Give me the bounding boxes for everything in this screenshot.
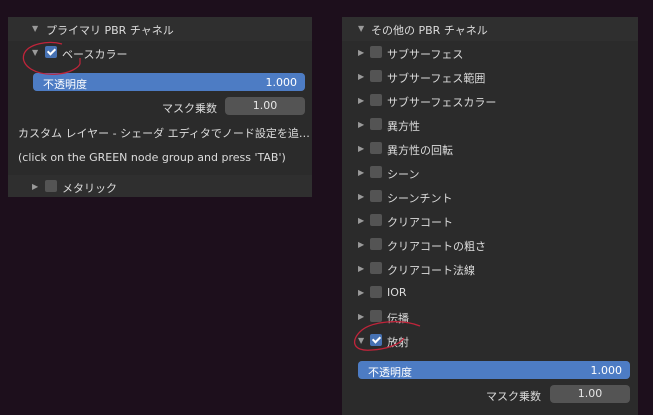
channel-checkbox[interactable] — [370, 262, 382, 274]
channel-checkbox[interactable] — [370, 214, 382, 226]
channel-label: シーンチント — [387, 192, 453, 205]
collapsed-triangle-icon[interactable]: ▶ — [358, 192, 368, 202]
channel-checkbox[interactable] — [370, 94, 382, 106]
channel-row[interactable]: ▼ 放射 — [342, 329, 638, 353]
base-color-row[interactable]: ▼ ベースカラー — [8, 41, 312, 65]
collapsed-triangle-icon[interactable]: ▶ — [358, 288, 368, 298]
channel-checkbox[interactable] — [370, 166, 382, 178]
channel-checkbox[interactable] — [370, 118, 382, 130]
channel-row[interactable]: ▶ IOR — [342, 281, 638, 305]
collapsed-triangle-icon[interactable]: ▶ — [358, 48, 368, 58]
channel-row[interactable]: ▶ シーンチント — [342, 185, 638, 209]
collapsed-triangle-icon[interactable]: ▶ — [358, 96, 368, 106]
expand-triangle-icon[interactable]: ▼ — [32, 48, 42, 58]
channel-label: 異方性の回転 — [387, 144, 453, 157]
metallic-label: メタリック — [62, 182, 117, 195]
opacity-value: 1.000 — [265, 76, 298, 89]
opacity-label: 不透明度 — [368, 366, 412, 379]
channel-row[interactable]: ▶ クリアコート — [342, 209, 638, 233]
channel-label: サブサーフェス範囲 — [387, 72, 486, 85]
expand-triangle-icon[interactable]: ▼ — [358, 336, 368, 346]
channel-checkbox[interactable] — [370, 334, 382, 346]
channel-checkbox[interactable] — [370, 142, 382, 154]
opacity-value: 1.000 — [590, 364, 623, 377]
emission-opacity-slider[interactable]: 不透明度 1.000 — [358, 361, 630, 379]
opacity-slider[interactable]: 不透明度 1.000 — [33, 73, 305, 91]
channel-row[interactable]: ▶ 異方性 — [342, 113, 638, 137]
collapsed-triangle-icon[interactable]: ▶ — [358, 144, 368, 154]
custom-layer-info: カスタム レイヤー - シェーダ エディタでノード設定を追… — [18, 127, 310, 140]
other-pbr-panel: ▼ その他の PBR チャネル ▶ サブサーフェス ▶ サブサーフェス範囲 ▶ サブサーフ… — [342, 17, 638, 415]
channel-label: サブサーフェス — [387, 48, 464, 61]
channel-checkbox[interactable] — [370, 286, 382, 298]
channel-label: IOR — [387, 286, 407, 299]
panel-title: プライマリ PBR チャネル — [46, 24, 174, 37]
channel-checkbox[interactable] — [370, 46, 382, 58]
collapsed-triangle-icon[interactable]: ▶ — [358, 72, 368, 82]
channel-label: クリアコート — [387, 216, 453, 229]
channel-row[interactable]: ▶ シーン — [342, 161, 638, 185]
expand-triangle-icon[interactable]: ▼ — [32, 24, 42, 34]
channel-checkbox[interactable] — [370, 310, 382, 322]
mask-multiplier-field[interactable]: 1.00 — [225, 97, 305, 115]
mask-multiplier-label: マスク乗数 — [486, 390, 541, 403]
channel-row[interactable]: ▶ サブサーフェスカラー — [342, 89, 638, 113]
channel-row[interactable]: ▶ サブサーフェス — [342, 41, 638, 65]
metallic-checkbox[interactable] — [45, 180, 57, 192]
collapsed-triangle-icon[interactable]: ▶ — [358, 216, 368, 226]
channel-checkbox[interactable] — [370, 70, 382, 82]
channel-label: サブサーフェスカラー — [387, 96, 497, 109]
mask-multiplier-field[interactable]: 1.00 — [550, 385, 630, 403]
collapsed-triangle-icon[interactable]: ▶ — [358, 240, 368, 250]
primary-pbr-header[interactable]: ▼ プライマリ PBR チャネル — [8, 17, 312, 41]
mask-multiplier-label: マスク乗数 — [162, 102, 217, 115]
channel-label: クリアコート法線 — [387, 264, 475, 277]
channel-row[interactable]: ▶ クリアコート法線 — [342, 257, 638, 281]
primary-pbr-panel: ▼ プライマリ PBR チャネル ▼ ベースカラー 不透明度 1.000 マスク… — [8, 17, 312, 197]
other-pbr-header[interactable]: ▼ その他の PBR チャネル — [342, 17, 638, 41]
channel-label: 異方性 — [387, 120, 420, 133]
channel-row[interactable]: ▶ 異方性の回転 — [342, 137, 638, 161]
base-color-label: ベースカラー — [62, 48, 128, 61]
channel-label: クリアコートの粗さ — [387, 240, 486, 253]
channel-row[interactable]: ▶ 伝播 — [342, 305, 638, 329]
panel-title: その他の PBR チャネル — [371, 24, 488, 37]
expand-triangle-icon[interactable]: ▼ — [358, 24, 368, 34]
collapsed-triangle-icon[interactable]: ▶ — [358, 120, 368, 130]
channel-checkbox[interactable] — [370, 238, 382, 250]
collapsed-triangle-icon[interactable]: ▶ — [32, 182, 42, 192]
channel-row[interactable]: ▶ サブサーフェス範囲 — [342, 65, 638, 89]
channel-row[interactable]: ▶ クリアコートの粗さ — [342, 233, 638, 257]
channel-label: 放射 — [387, 336, 409, 349]
metallic-row[interactable]: ▶ メタリック — [8, 175, 312, 197]
collapsed-triangle-icon[interactable]: ▶ — [358, 264, 368, 274]
channel-checkbox[interactable] — [370, 190, 382, 202]
channel-label: シーン — [387, 168, 420, 181]
node-group-hint: (click on the GREEN node group and press… — [18, 151, 286, 164]
opacity-label: 不透明度 — [43, 78, 87, 91]
collapsed-triangle-icon[interactable]: ▶ — [358, 168, 368, 178]
collapsed-triangle-icon[interactable]: ▶ — [358, 312, 368, 322]
base-color-checkbox[interactable] — [45, 46, 57, 58]
channel-label: 伝播 — [387, 312, 409, 325]
